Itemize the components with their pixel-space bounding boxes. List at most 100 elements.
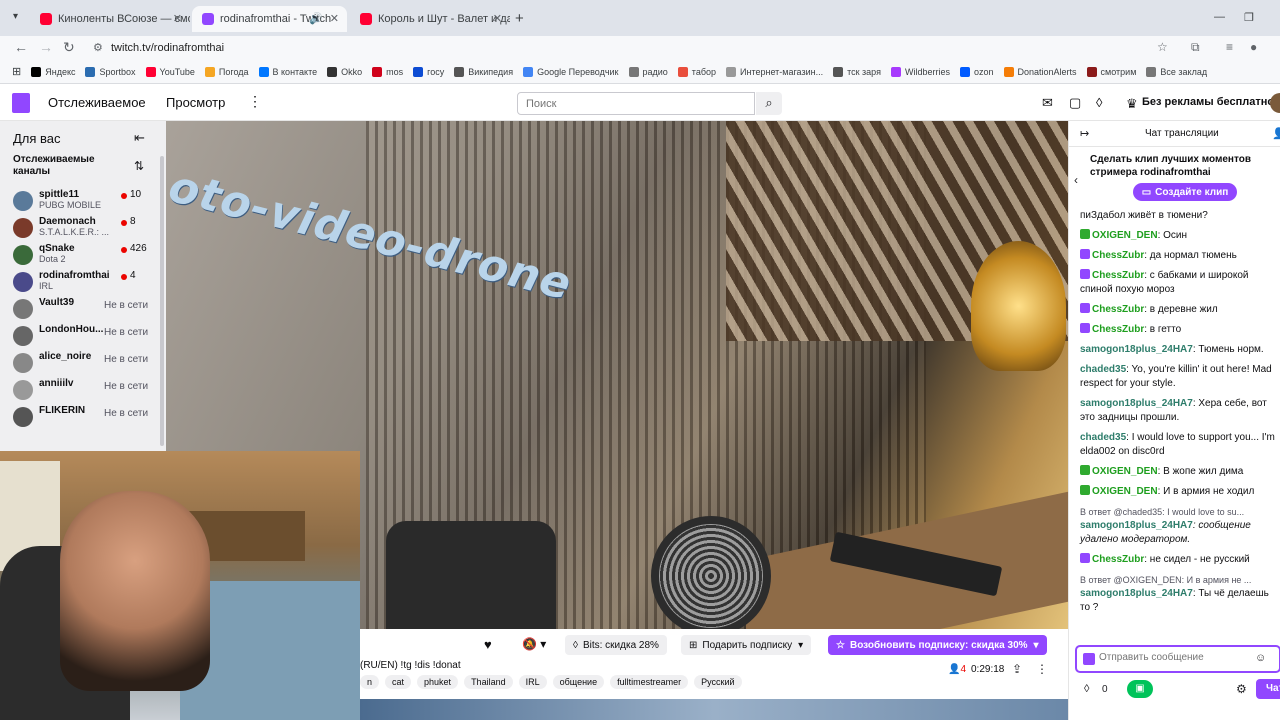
stream-tag[interactable]: общение [552,675,605,689]
chat-username[interactable]: ChessZubr [1092,554,1144,565]
chat-username[interactable]: chaded35 [1080,432,1126,443]
close-tab-icon[interactable]: ✕ [330,12,339,25]
sidebar-channel-7[interactable]: anniiilv Не в сети [13,378,163,406]
bits-icon[interactable]: ◊ [1096,95,1102,110]
sidebar-channel-3[interactable]: rodinafromthai IRL 4 [13,270,163,298]
create-clip-button[interactable]: ▭ Создайте клип [1133,183,1237,201]
chat-message[interactable]: ChessZubr: в гетто [1080,323,1278,337]
site-info-icon[interactable]: ⚙ [93,41,103,54]
stream-tag[interactable]: phuket [417,675,459,689]
chat-username[interactable]: samogon18plus_24HA7 [1080,520,1193,531]
bookmark-star-icon[interactable]: ☆ [1157,40,1168,54]
bits-icon[interactable]: ◊ [1084,683,1089,695]
gear-icon[interactable]: ⚙ [1236,682,1247,696]
chat-username[interactable]: samogon18plus_24HA7 [1080,588,1193,599]
bookmark-item[interactable]: DonationAlerts [1003,66,1077,77]
stream-tag[interactable]: Thailand [464,675,513,689]
notifications-off-icon[interactable]: 🔕 ▾ [522,637,546,651]
tab-search-icon[interactable]: ▾ [13,11,18,22]
inbox-icon[interactable]: ✉ [1042,95,1053,111]
chevron-left-icon[interactable]: ‹ [1074,173,1078,187]
chat-username[interactable]: ChessZubr [1092,250,1144,261]
stream-tag[interactable]: Русский [694,675,742,689]
no-ads-button[interactable]: Без рекламы бесплатно [1142,96,1274,108]
chat-message[interactable]: В ответ @chaded35: I would love to su...… [1080,505,1278,547]
bookmark-item[interactable]: mos [372,66,403,77]
sidebar-channel-8[interactable]: FLIKERIN Не в сети [13,405,163,433]
emote-icon[interactable]: ☺ [1255,652,1266,664]
chat-message[interactable]: samogon18plus_24HA7: Тюмень норм. [1080,343,1278,357]
users-icon[interactable]: 👤 [1272,127,1280,140]
stream-tag[interactable]: cat [385,675,412,689]
close-tab-icon[interactable]: ✕ [493,12,502,25]
chat-message[interactable]: ChessZubr: в деревне жил [1080,303,1278,317]
user-avatar[interactable] [1270,93,1280,113]
bookmark-item[interactable]: Погода [204,66,249,77]
bits-discount-button[interactable]: ◊ Bits: скидка 28% [565,635,667,655]
heart-icon[interactable]: ♥ [484,637,492,652]
chat-username[interactable]: OXIGEN_DEN [1092,486,1158,497]
chat-message[interactable]: OXIGEN_DEN: Осин [1080,229,1278,243]
bookmark-item[interactable]: Google Переводчик [523,66,619,77]
more-vertical-icon[interactable]: ⋮ [248,93,262,110]
chat-message[interactable]: пиЗдабол живёт в тюмени? [1080,209,1278,223]
bookmark-item[interactable]: ozon [959,66,994,77]
bookmark-item[interactable]: Все заклад [1146,66,1207,77]
bookmark-item[interactable]: радио [628,66,668,77]
sidebar-channel-6[interactable]: alice_noire Не в сети [13,351,163,379]
stream-tag[interactable]: IRL [518,675,547,689]
chat-username[interactable]: OXIGEN_DEN [1092,466,1158,477]
chat-username[interactable]: ChessZubr [1092,324,1144,335]
forward-icon[interactable]: → [39,39,53,55]
bookmark-item[interactable]: Wildberries [890,66,950,77]
audio-icon[interactable]: 🔊 [309,12,323,25]
chat-message[interactable]: OXIGEN_DEN: В жопе жил дима [1080,465,1278,479]
badge-icon[interactable] [1083,653,1095,665]
chat-input[interactable] [1099,652,1249,663]
extensions-icon[interactable]: ⧉ [1191,40,1200,55]
share-icon[interactable]: ⇪ [1012,662,1022,676]
collapse-sidebar-icon[interactable]: ⇤ [134,130,145,146]
whispers-icon[interactable]: ▢ [1069,95,1081,111]
bookmark-item[interactable]: госу [413,66,444,77]
gift-icon[interactable]: ▣ [1127,680,1153,698]
new-tab-icon[interactable]: + [515,10,524,27]
chat-message[interactable]: ChessZubr: да нормал тюмень [1080,249,1278,263]
stream-tag[interactable]: n [360,675,380,689]
chat-send-button[interactable]: Чат [1256,679,1280,699]
chat-username[interactable]: ChessZubr [1092,304,1144,315]
nav-following[interactable]: Отслеживаемое [48,95,146,110]
bookmark-item[interactable]: Okko [327,66,362,77]
bookmark-item[interactable]: табор [677,66,716,77]
bookmark-item[interactable]: Яндекс [31,66,75,77]
url-field[interactable]: ⚙ twitch.tv/rodinafromthai [85,38,1185,58]
chat-username[interactable]: chaded35 [1080,364,1126,375]
maximize-icon[interactable]: ❐ [1244,11,1254,24]
chat-username[interactable]: ChessZubr [1092,270,1144,281]
sort-icon[interactable]: ⇅ [134,159,144,173]
chat-input-box[interactable]: ☺ [1075,645,1280,673]
gift-sub-button[interactable]: ⊞ Подарить подписку ▾ [681,635,812,655]
chat-message[interactable]: ChessZubr: с бабками и широкой спиной по… [1080,269,1278,297]
bookmark-item[interactable]: Sportbox [85,66,136,77]
browser-tab-3[interactable]: Король и Шут - Валет и дама ✕ [350,6,510,32]
renew-sub-button[interactable]: ☆ Возобновить подписку: скидка 30% ▾ [828,635,1047,655]
chat-username[interactable]: samogon18plus_24HA7 [1080,398,1193,409]
downloads-icon[interactable]: ≡ [1226,40,1233,54]
sidebar-scrollbar[interactable] [160,156,164,446]
search-input[interactable] [517,92,755,115]
nav-browse[interactable]: Просмотр [166,95,225,110]
sidebar-channel-2[interactable]: qSnake Dota 2 426 [13,243,163,271]
chat-message[interactable]: ChessZubr: не сидел - не русский [1080,553,1278,567]
chat-message[interactable]: samogon18plus_24HA7: Хера себе, вот это … [1080,397,1278,425]
apps-grid-icon[interactable]: ⊞ [12,65,21,78]
chat-message[interactable]: В ответ @OXIGEN_DEN: И в армия не ... sam… [1080,573,1278,615]
stream-tag[interactable]: fulltimestreamer [610,675,689,689]
chat-username[interactable]: samogon18plus_24HA7 [1080,344,1193,355]
bookmark-item[interactable]: Википедия [454,66,513,77]
collapse-chat-icon[interactable]: ↦ [1080,127,1089,140]
browser-tab-2[interactable]: rodinafromthai - Twitch 🔊 ✕ [192,6,347,32]
twitch-logo-icon[interactable] [12,93,30,113]
close-tab-icon[interactable]: ✕ [173,12,182,25]
sidebar-channel-1[interactable]: Daemonach S.T.A.L.K.E.R.: ... 8 [13,216,163,244]
